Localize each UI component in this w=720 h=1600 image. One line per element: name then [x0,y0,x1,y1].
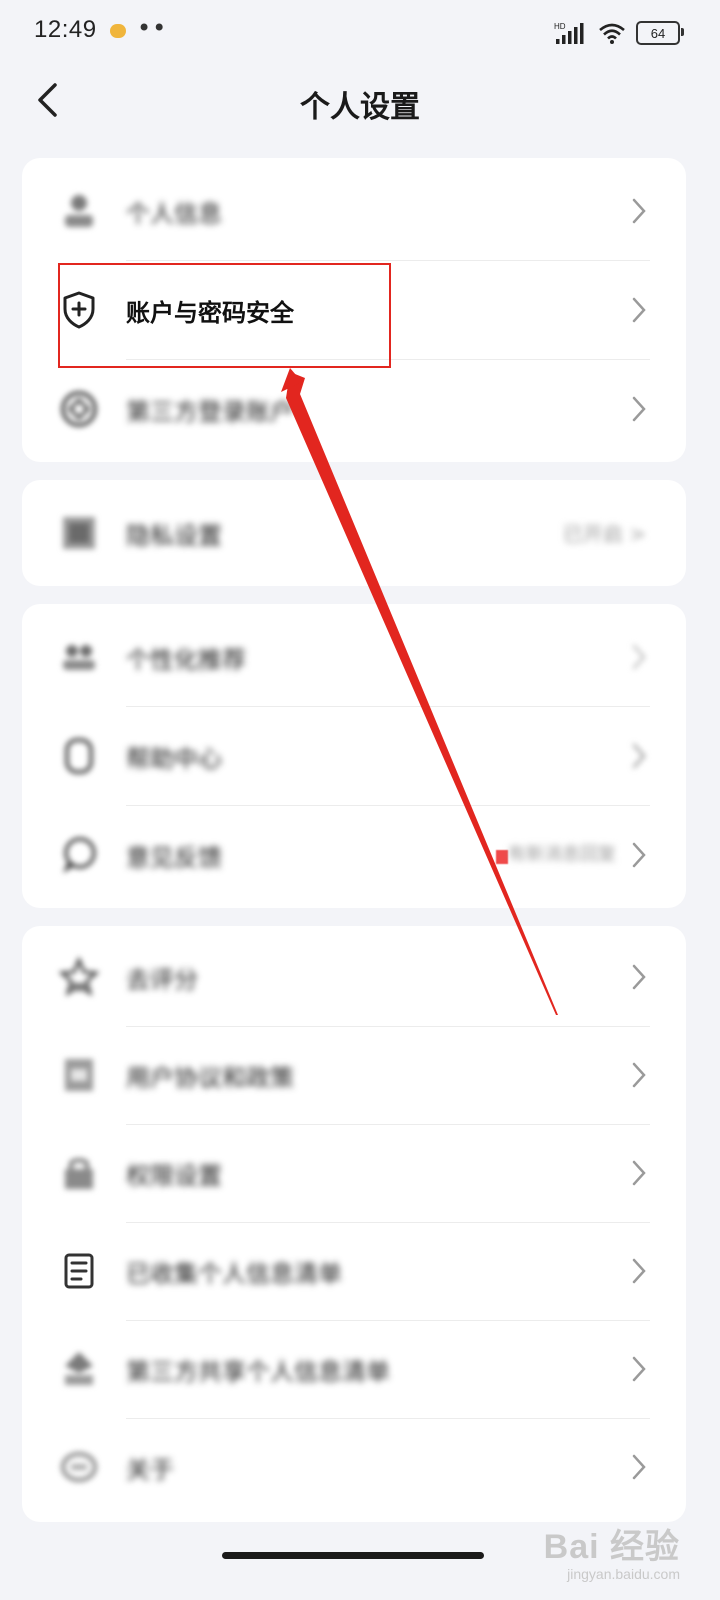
info-icon [58,1446,100,1488]
row-collected-info-list[interactable]: 已收集个人信息清单 [22,1222,686,1320]
page-title: 个人设置 [300,90,420,125]
watermark-main: Bai 经验 [543,1528,680,1566]
chevron-right-icon [632,297,646,323]
row-third-party-login[interactable]: 第三方登录账户 [22,360,686,458]
chevron-right-icon [632,198,646,224]
chevron-right-icon [632,396,646,422]
row-value: 已开启 > [562,522,646,546]
status-time: 12:49 [34,16,97,43]
document-icon [58,1054,100,1096]
home-indicator[interactable] [222,1552,484,1559]
list-icon [58,1250,100,1292]
chevron-right-icon [632,1258,646,1284]
battery-level: 64 [650,25,666,41]
row-label: 隐私设置 [126,522,222,550]
chevron-right-icon [632,1356,646,1382]
chevron-right-icon [632,1160,646,1186]
red-badge [496,850,508,864]
row-personal-info[interactable]: 个人信息 [22,162,686,260]
header: 个人设置 [0,64,720,138]
row-label: 关于 [126,1456,174,1484]
row-rate[interactable]: 去评分 [22,928,686,1026]
row-about[interactable]: 关于 [22,1418,686,1516]
chevron-right-icon [632,1454,646,1480]
people-icon [58,636,100,678]
row-third-party-sharing-list[interactable]: 第三方共享个人信息清单 [22,1320,686,1418]
row-privacy[interactable]: 隐私设置 已开启 > [22,484,686,582]
diamond-target-icon [58,388,100,430]
status-dots: •• [137,14,168,42]
person-icon [58,190,100,232]
status-bar: 12:49 •• HD 64 [0,0,720,64]
row-value: 有新消息回复 [508,844,616,865]
row-label: 第三方登录账户 [126,398,294,426]
wifi-icon [599,23,625,44]
app-notification-icon [110,24,126,38]
help-icon [58,735,100,777]
row-label: 权限设置 [126,1162,222,1190]
row-label: 去评分 [126,966,198,994]
row-label: 个人信息 [126,200,222,228]
watermark-sub: jingyan.baidu.com [567,1566,680,1582]
row-permissions[interactable]: 权限设置 [22,1124,686,1222]
row-label: 意见反馈 [126,844,222,872]
chevron-right-icon [632,644,646,670]
grid-icon [58,512,100,554]
row-label: 已收集个人信息清单 [126,1260,342,1288]
row-label: 个性化推荐 [126,646,246,674]
chevron-right-icon [632,743,646,769]
chevron-right-icon [632,842,646,868]
chat-icon [58,834,100,876]
row-label: 用户协议和政策 [126,1064,294,1092]
chevron-right-icon [632,964,646,990]
baidu-watermark: Bai 经验 jingyan.baidu.com [544,1519,680,1582]
svg-text:HD: HD [554,22,566,31]
settings-card-about: 去评分 用户协议和政策 权限设置 已收集个人信息清单 第三方共享个人信息清单 关… [22,926,686,1522]
settings-card-support: 个性化推荐 帮助中心 意见反馈 有新消息回复 [22,604,686,908]
star-icon [58,956,100,998]
row-label: 帮助中心 [126,745,222,773]
signal-icon: HD [554,22,584,44]
lock-icon [58,1152,100,1194]
row-personalized-recommend[interactable]: 个性化推荐 [22,608,686,706]
settings-card-privacy: 隐私设置 已开启 > [22,480,686,586]
battery-indicator: 64 [636,21,684,45]
highlight-box [58,263,391,368]
row-feedback[interactable]: 意见反馈 有新消息回复 [22,806,686,904]
status-icons: HD 64 [554,20,684,46]
row-help-center[interactable]: 帮助中心 [22,707,686,805]
chevron-right-icon [632,1062,646,1088]
row-label: 第三方共享个人信息清单 [126,1358,390,1386]
share-person-icon [58,1348,100,1390]
row-user-agreement[interactable]: 用户协议和政策 [22,1026,686,1124]
